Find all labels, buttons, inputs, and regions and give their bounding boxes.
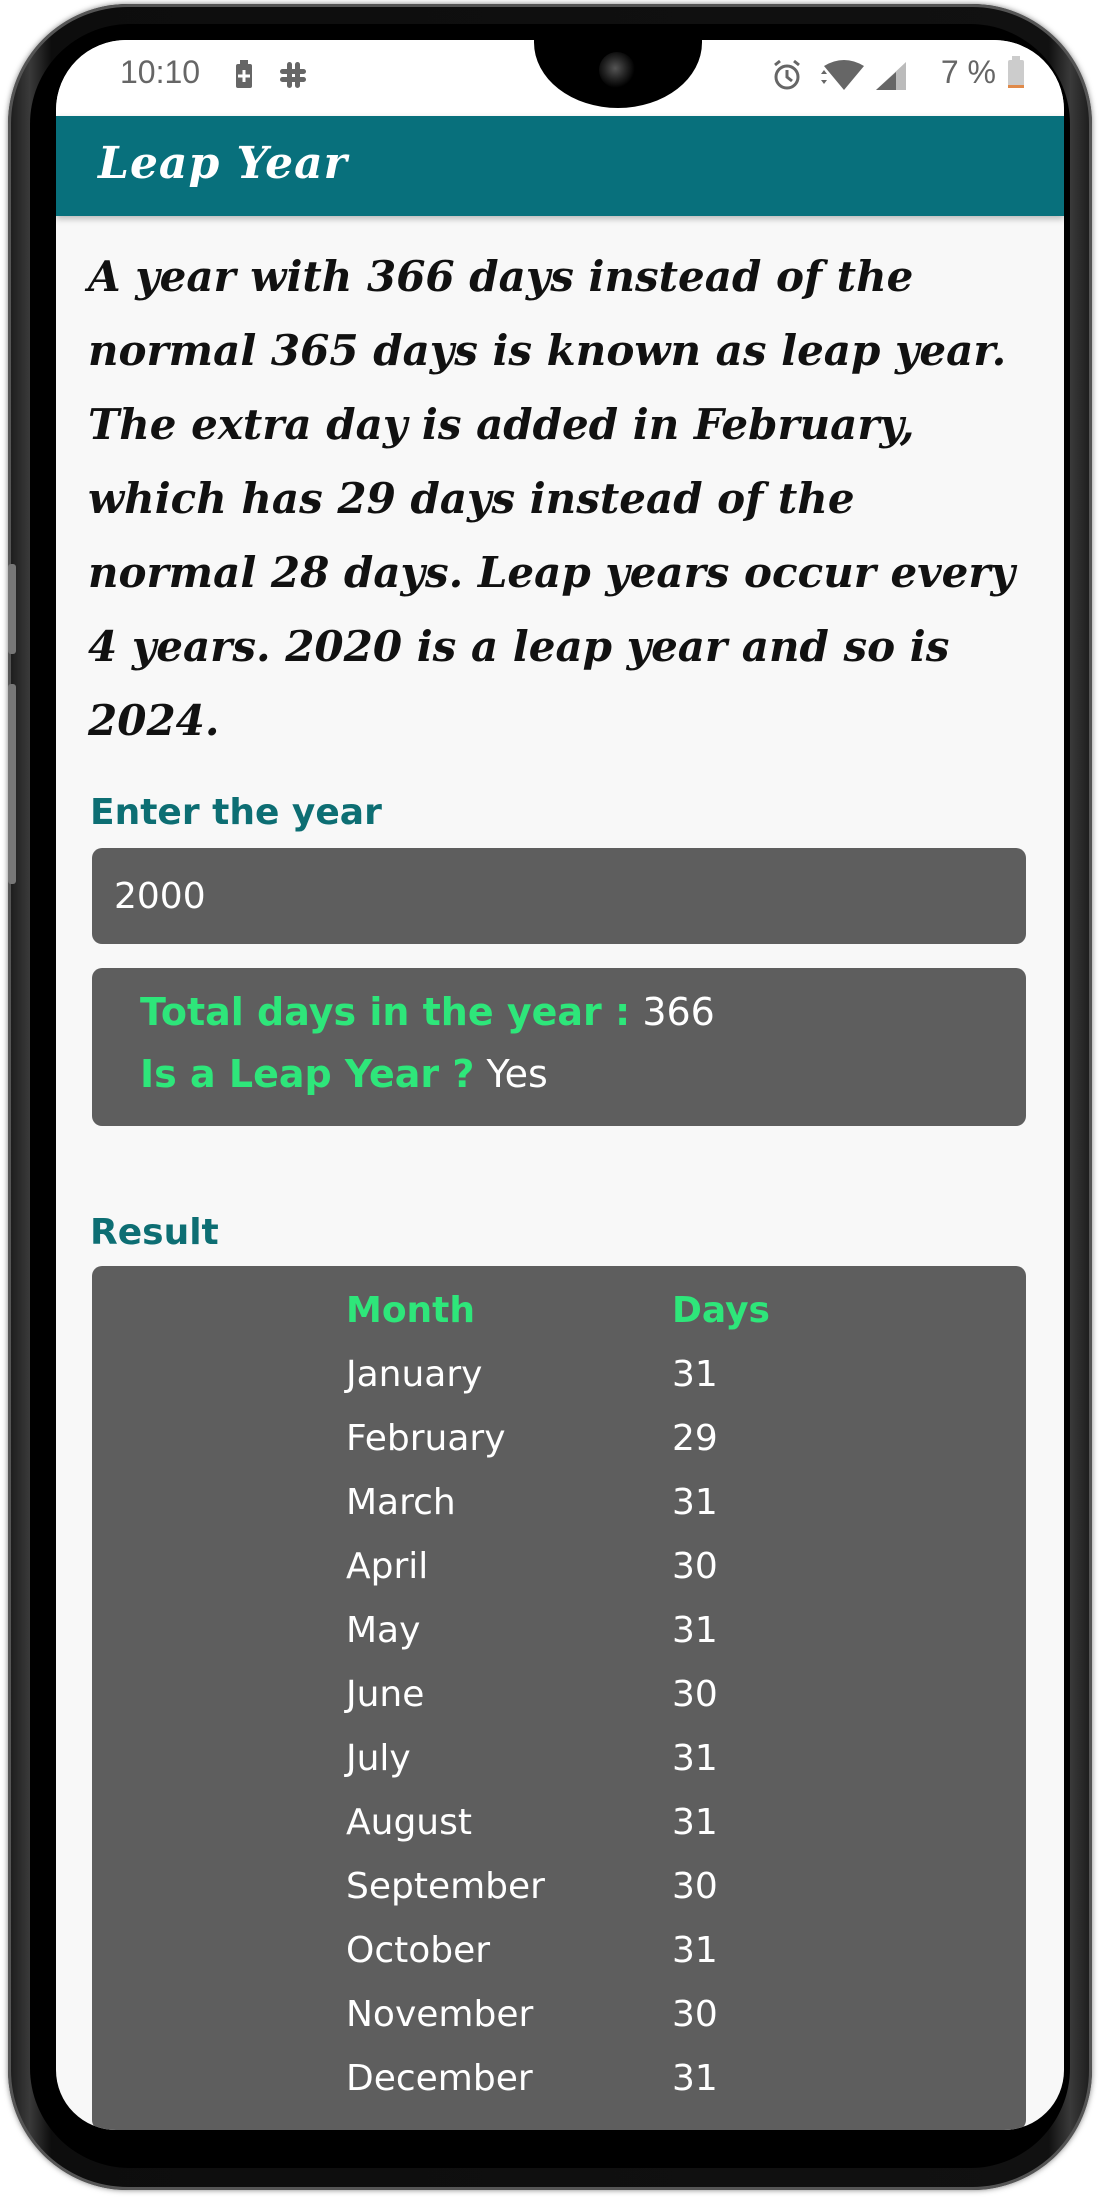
side-button xyxy=(8,564,16,654)
volume-button xyxy=(8,684,16,884)
month-cell: December xyxy=(346,2057,533,2099)
days-cell: 31 xyxy=(672,1929,718,1971)
intro-text: A year with 366 days instead of the norm… xyxy=(88,252,1015,745)
is-leap-row: Is a Leap Year ? Yes xyxy=(140,1052,548,1096)
month-cell: February xyxy=(346,1417,506,1459)
battery-percent: 7 % xyxy=(940,54,996,90)
table-row: April 30 xyxy=(346,1534,770,1598)
table-row: February 29 xyxy=(346,1406,770,1470)
battery-icon xyxy=(1006,56,1026,98)
alarm-icon xyxy=(770,58,804,100)
days-cell: 30 xyxy=(672,1865,718,1907)
app-bar: Leap Year xyxy=(56,116,1064,216)
days-cell: 30 xyxy=(672,1545,718,1587)
signal-icon xyxy=(874,60,908,100)
battery-saver-icon xyxy=(234,60,254,98)
table-row: December 31 xyxy=(346,2046,770,2110)
screen: 10:10 7 % Leap Year A year with 366 days… xyxy=(56,40,1064,2130)
month-cell: July xyxy=(346,1737,411,1779)
days-cell: 31 xyxy=(672,1737,718,1779)
year-input[interactable] xyxy=(92,848,1026,944)
table-row: March 31 xyxy=(346,1470,770,1534)
month-cell: January xyxy=(346,1353,483,1395)
days-cell: 31 xyxy=(672,2057,718,2099)
is-leap-value: Yes xyxy=(486,1052,548,1096)
month-cell: March xyxy=(346,1481,456,1523)
result-label: Result xyxy=(90,1212,219,1253)
table-row: January 31 xyxy=(346,1342,770,1406)
month-cell: October xyxy=(346,1929,491,1971)
table-row: June 30 xyxy=(346,1662,770,1726)
table-row: August 31 xyxy=(346,1790,770,1854)
days-cell: 30 xyxy=(672,1673,718,1715)
column-header-month: Month xyxy=(346,1289,476,1331)
is-leap-label: Is a Leap Year ? xyxy=(140,1052,475,1096)
result-card: Month Days January 31 February 29 March 31 … xyxy=(92,1266,1026,2130)
month-cell: November xyxy=(346,1993,534,2035)
month-days-table: Month Days January 31 February 29 March 31 … xyxy=(346,1278,770,2110)
table-header: Month Days xyxy=(346,1278,770,1342)
summary-card: Total days in the year : 366 Is a Leap Y… xyxy=(92,968,1026,1126)
table-row: July 31 xyxy=(346,1726,770,1790)
table-row: September 30 xyxy=(346,1854,770,1918)
app-title: Leap Year xyxy=(98,138,348,189)
table-row: May 31 xyxy=(346,1598,770,1662)
wifi-icon xyxy=(818,60,866,100)
column-header-days: Days xyxy=(672,1289,770,1331)
month-cell: May xyxy=(346,1609,421,1651)
month-cell: April xyxy=(346,1545,429,1587)
month-cell: August xyxy=(346,1801,472,1843)
month-cell: September xyxy=(346,1865,545,1907)
table-row: October 31 xyxy=(346,1918,770,1982)
month-cell: June xyxy=(346,1673,425,1715)
status-time: 10:10 xyxy=(120,54,201,90)
days-cell: 29 xyxy=(672,1417,718,1459)
days-cell: 31 xyxy=(672,1481,718,1523)
days-cell: 31 xyxy=(672,1609,718,1651)
year-field-label: Enter the year xyxy=(90,792,382,833)
front-camera xyxy=(599,52,635,88)
days-cell: 31 xyxy=(672,1353,718,1395)
total-days-value: 366 xyxy=(642,990,715,1034)
days-cell: 30 xyxy=(672,1993,718,2035)
status-bar: 10:10 7 % xyxy=(56,40,1064,116)
table-row: November 30 xyxy=(346,1982,770,2046)
total-days-label: Total days in the year : xyxy=(140,990,631,1034)
slack-icon xyxy=(278,60,308,98)
days-cell: 31 xyxy=(672,1801,718,1843)
total-days-row: Total days in the year : 366 xyxy=(140,990,715,1034)
